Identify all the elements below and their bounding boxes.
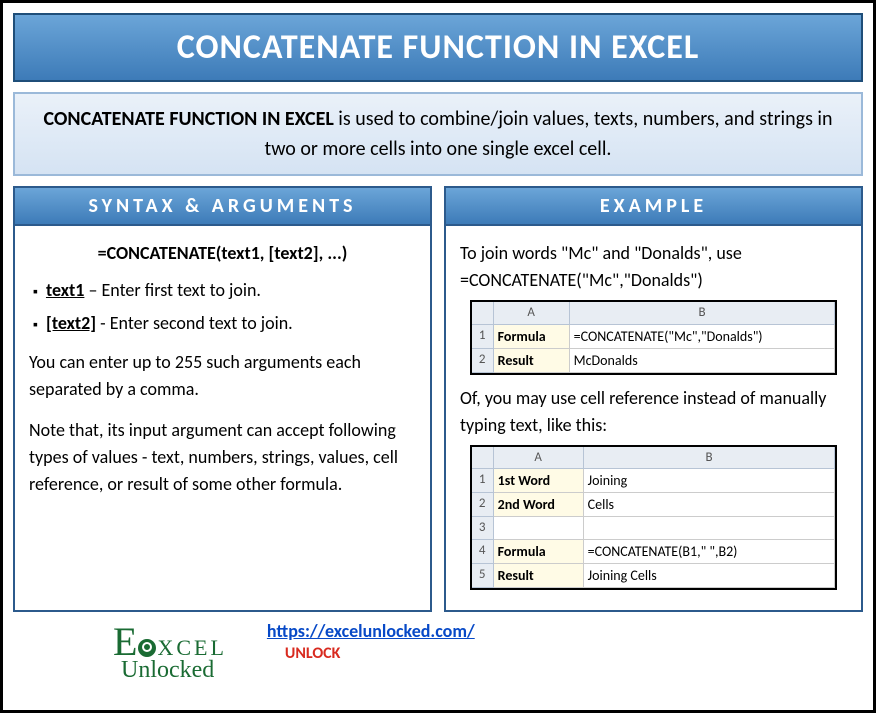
arg-item: [text2] - Enter second text to join. — [33, 310, 416, 337]
example-table-1: A B 1 Formula =CONCATENATE("Mc","Donalds… — [470, 300, 838, 375]
example-header: EXAMPLE — [446, 188, 861, 226]
footer-link[interactable]: https://excelunlocked.com/ — [267, 620, 475, 642]
footer-unlock-text: UNLOCK — [285, 644, 475, 663]
syntax-body: =CONCATENATE(text1, [text2], ...) text1 … — [15, 226, 430, 610]
row-num: 1 — [472, 469, 494, 493]
cell — [584, 517, 836, 540]
example-intro-line2: =CONCATENATE("Mc","Donalds") — [460, 267, 847, 294]
cell: Formula — [494, 325, 570, 349]
cell: Formula — [494, 540, 584, 564]
main-title: CONCATENATE FUNCTION IN EXCEL — [13, 13, 863, 82]
argument-list: text1 – Enter first text to join. [text2… — [29, 277, 416, 337]
cell: Joining Cells — [584, 564, 836, 588]
corner-cell — [472, 302, 494, 325]
syntax-para-types: Note that, its input argument can accept… — [29, 417, 416, 498]
arg-desc: – Enter first text to join. — [84, 279, 261, 301]
arg-name: text1 — [46, 279, 84, 301]
example-body: To join words "Mc" and "Donalds", use =C… — [446, 226, 861, 610]
example-table-2: A B 1 1st Word Joining 2 2nd Word Cells … — [470, 445, 838, 590]
footer: EXCEL Unlocked https://excelunlocked.com… — [13, 618, 863, 684]
row-num: 4 — [472, 540, 494, 564]
footer-right: https://excelunlocked.com/ UNLOCK — [267, 618, 475, 663]
col-header-b: B — [570, 302, 836, 325]
row-num: 2 — [472, 349, 494, 373]
syntax-formula: =CONCATENATE(text1, [text2], ...) — [29, 240, 416, 267]
syntax-para-limit: You can enter up to 255 such arguments e… — [29, 349, 416, 403]
description-lead: CONCATENATE FUNCTION IN EXCEL — [43, 107, 333, 131]
description-box: CONCATENATE FUNCTION IN EXCEL is used to… — [13, 92, 863, 176]
row-num: 2 — [472, 493, 494, 517]
lock-icon — [138, 639, 156, 657]
syntax-column: SYNTAX & ARGUMENTS =CONCATENATE(text1, [… — [13, 186, 432, 612]
logo: EXCEL Unlocked — [113, 618, 267, 684]
arg-name: [text2] — [46, 312, 96, 334]
row-num: 3 — [472, 517, 494, 540]
cell: =CONCATENATE("Mc","Donalds") — [570, 325, 836, 349]
cell — [494, 517, 584, 540]
syntax-header: SYNTAX & ARGUMENTS — [15, 188, 430, 226]
columns-container: SYNTAX & ARGUMENTS =CONCATENATE(text1, [… — [13, 186, 863, 612]
col-header-a: A — [494, 447, 584, 470]
cell: =CONCATENATE(B1," ",B2) — [584, 540, 836, 564]
row-num: 5 — [472, 564, 494, 588]
corner-cell — [472, 447, 494, 470]
cell: Result — [494, 349, 570, 373]
description-rest: is used to combine/join values, texts, n… — [265, 107, 833, 161]
logo-subtext: Unlocked — [121, 657, 267, 684]
arg-item: text1 – Enter first text to join. — [33, 277, 416, 304]
cell: 2nd Word — [494, 493, 584, 517]
example-column: EXAMPLE To join words "Mc" and "Donalds"… — [444, 186, 863, 612]
col-header-b: B — [584, 447, 836, 470]
cell: Cells — [584, 493, 836, 517]
col-header-a: A — [494, 302, 570, 325]
example-intro-line1: To join words "Mc" and "Donalds", use — [460, 240, 847, 267]
cell: Result — [494, 564, 584, 588]
arg-desc: - Enter second text to join. — [96, 312, 293, 334]
cell: McDonalds — [570, 349, 836, 373]
row-num: 1 — [472, 325, 494, 349]
cell: Joining — [584, 469, 836, 493]
cell: 1st Word — [494, 469, 584, 493]
example-mid-text: Of, you may use cell reference instead o… — [460, 385, 847, 439]
